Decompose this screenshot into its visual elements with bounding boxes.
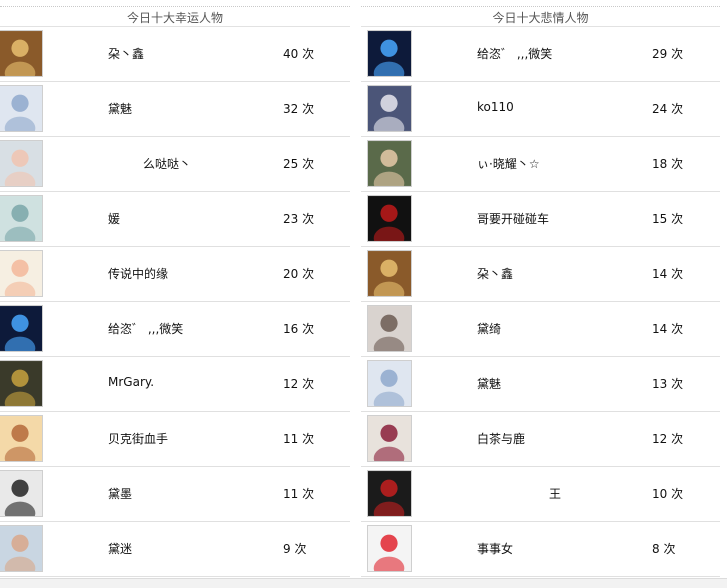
count-value: 29 次 <box>652 47 684 61</box>
baby-face-avatar[interactable] <box>0 140 43 187</box>
user-name-link[interactable]: 王 <box>549 485 561 502</box>
list-item: ko110 24 次 <box>361 82 720 137</box>
panel-title: 今日十大幸运人物 <box>126 11 223 25</box>
user-name-link[interactable]: 给恣゛ ,,,微笑 <box>477 45 552 62</box>
user-name-link[interactable]: 黛魅 <box>477 375 501 392</box>
cartoon-pig-avatar[interactable] <box>0 250 43 297</box>
girl-portrait-avatar[interactable] <box>367 305 412 352</box>
count-value: 23 次 <box>283 212 315 226</box>
girl-red-hat-avatar[interactable] <box>367 415 412 462</box>
count-value: 14 次 <box>652 322 684 336</box>
count-value: 13 次 <box>652 377 684 391</box>
red-black-anime-avatar[interactable] <box>367 470 412 517</box>
user-name-link[interactable]: 朶丶鑫 <box>477 265 513 282</box>
user-name-link[interactable]: 黛墨 <box>108 485 132 502</box>
blue-crystal-avatar[interactable] <box>367 30 412 77</box>
gary-sign-avatar[interactable] <box>0 360 43 407</box>
count-value: 10 次 <box>652 487 684 501</box>
blue-crystal-avatar[interactable] <box>0 305 43 352</box>
dotted-divider <box>0 6 350 7</box>
user-name-link[interactable]: 贝克街血手 <box>108 430 168 447</box>
count-value: 11 次 <box>283 487 315 501</box>
count-value: 14 次 <box>652 267 684 281</box>
user-name-link[interactable]: MrGary. <box>108 375 154 389</box>
anime-boy-avatar[interactable] <box>367 140 412 187</box>
sharingan-eye-avatar[interactable] <box>367 195 412 242</box>
count-value: 12 次 <box>283 377 315 391</box>
user-name-link[interactable]: 朶丶鑫 <box>108 45 144 62</box>
user-name-link[interactable]: ko110 <box>477 100 514 114</box>
count-value: 16 次 <box>283 322 315 336</box>
list-item: 黛迷 9 次 <box>0 522 350 577</box>
user-name-link[interactable]: 给恣゛ ,,,微笑 <box>108 320 183 337</box>
girl-in-blue-avatar[interactable] <box>0 85 43 132</box>
user-name-link[interactable]: 哥要开碰碰车 <box>477 210 549 227</box>
handcuffs-heart-avatar[interactable] <box>367 525 412 572</box>
count-value: 40 次 <box>283 47 315 61</box>
count-value: 20 次 <box>283 267 315 281</box>
panel-title: 今日十大悲情人物 <box>492 11 589 25</box>
young-man-avatar[interactable] <box>0 525 43 572</box>
user-name-link[interactable]: 黛魅 <box>108 100 132 117</box>
teal-pattern-avatar[interactable] <box>0 195 43 242</box>
count-value: 9 次 <box>283 542 307 556</box>
lucky-people-list: 朶丶鑫 40 次黛魅 32 次么哒哒丶 25 次媛 23 次传说中的缘 20 次给恣゛ ,… <box>0 27 350 577</box>
list-item: ぃ·晓耀丶☆ 18 次 <box>361 137 720 192</box>
list-item: 黛魅 32 次 <box>0 82 350 137</box>
list-item: 事事女 8 次 <box>361 522 720 577</box>
golden-portrait-avatar[interactable] <box>367 250 412 297</box>
list-item: 么哒哒丶 25 次 <box>0 137 350 192</box>
black-dress-avatar[interactable] <box>0 470 43 517</box>
list-item: 黛魅 13 次 <box>361 357 720 412</box>
list-item: 王 10 次 <box>361 467 720 522</box>
list-item: 给恣゛ ,,,微笑 16 次 <box>0 302 350 357</box>
anime-detective-avatar[interactable] <box>367 85 412 132</box>
user-name-link[interactable]: 事事女 <box>477 540 513 557</box>
count-value: 32 次 <box>283 102 315 116</box>
list-item: 朶丶鑫 40 次 <box>0 27 350 82</box>
list-item: MrGary. 12 次 <box>0 357 350 412</box>
dotted-divider <box>361 6 720 7</box>
count-value: 11 次 <box>283 432 315 446</box>
list-item: 贝克街血手 11 次 <box>0 412 350 467</box>
minion-face-avatar[interactable] <box>0 415 43 462</box>
user-name-link[interactable]: 媛 <box>108 210 120 227</box>
girl-in-blue-avatar[interactable] <box>367 360 412 407</box>
user-name-link[interactable]: 黛绮 <box>477 320 501 337</box>
count-value: 12 次 <box>652 432 684 446</box>
golden-portrait-avatar[interactable] <box>0 30 43 77</box>
user-name-link[interactable]: 黛迷 <box>108 540 132 557</box>
count-value: 24 次 <box>652 102 684 116</box>
list-item: 媛 23 次 <box>0 192 350 247</box>
list-item: 黛绮 14 次 <box>361 302 720 357</box>
count-value: 15 次 <box>652 212 684 226</box>
list-item: 传说中的缘 20 次 <box>0 247 350 302</box>
sad-people-list: 给恣゛ ,,,微笑 29 次 ko110 24 次ぃ·晓耀丶☆ 18 次哥要开碰碰车 15… <box>361 27 720 577</box>
list-item: 给恣゛ ,,,微笑 29 次 <box>361 27 720 82</box>
user-name-link[interactable]: 白茶与鹿 <box>477 430 525 447</box>
list-item: 白茶与鹿 12 次 <box>361 412 720 467</box>
user-name-link[interactable]: ぃ·晓耀丶☆ <box>477 155 540 172</box>
count-value: 8 次 <box>652 542 676 556</box>
count-value: 18 次 <box>652 157 684 171</box>
list-item: 黛墨 11 次 <box>0 467 350 522</box>
count-value: 25 次 <box>283 157 315 171</box>
user-name-link[interactable]: 传说中的缘 <box>108 265 168 282</box>
list-item: 哥要开碰碰车 15 次 <box>361 192 720 247</box>
list-item: 朶丶鑫 14 次 <box>361 247 720 302</box>
user-name-link[interactable]: 么哒哒丶 <box>143 155 191 172</box>
